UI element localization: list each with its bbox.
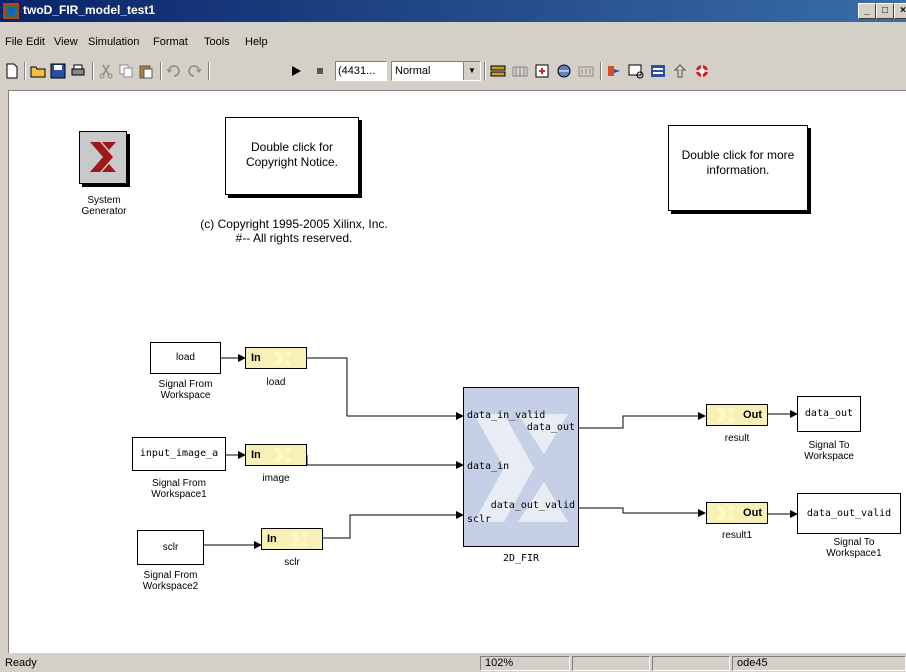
status-solver: ode45	[732, 656, 906, 671]
stop-time-input[interactable]: (4431...	[335, 61, 387, 81]
toolbar-separator	[208, 62, 210, 80]
new-model-icon[interactable]	[4, 63, 20, 79]
debug-icon[interactable]	[578, 63, 594, 79]
status-empty-2	[652, 656, 730, 671]
xilinx-watermark-icon	[274, 351, 292, 365]
image-gateway-in-block[interactable]: In	[245, 444, 307, 466]
build-icon[interactable]	[490, 63, 506, 79]
gateway-in-text: In	[251, 449, 261, 461]
redo-icon[interactable]	[186, 63, 202, 79]
load-gateway-in-block[interactable]: In	[245, 347, 307, 369]
menu-tools[interactable]: Tools	[204, 36, 230, 48]
result1-gateway-label: result1	[721, 530, 752, 541]
xilinx-watermark-icon	[290, 532, 308, 546]
minimize-button[interactable]: _	[858, 3, 876, 19]
data-out-sink-block[interactable]: data_out	[797, 396, 861, 432]
library-browser-icon[interactable]	[534, 63, 550, 79]
menu-bar: File Edit View Simulation Format Tools H…	[0, 34, 906, 52]
simulation-mode-select[interactable]: Normal ▼	[391, 61, 481, 81]
window-title: twoD_FIR_model_test1	[23, 3, 156, 17]
simulink-app-icon	[3, 3, 19, 19]
stop-simulation-icon[interactable]	[312, 63, 328, 79]
image-source-block[interactable]: input_image_a	[132, 437, 226, 471]
go-to-parent-icon[interactable]	[672, 63, 688, 79]
image-gateway-label: image	[262, 473, 290, 484]
toolbar-separator	[600, 62, 602, 80]
update-diagram-icon[interactable]	[512, 63, 528, 79]
help-lifebuoy-icon[interactable]	[694, 63, 710, 79]
close-button[interactable]: ×	[894, 3, 906, 19]
menu-simulation[interactable]: Simulation	[88, 36, 139, 48]
cut-icon[interactable]	[98, 63, 114, 79]
status-zoom: 102%	[480, 656, 570, 671]
toolbar-separator	[160, 62, 162, 80]
model-explorer-icon[interactable]	[556, 63, 572, 79]
menu-file[interactable]: File	[5, 36, 23, 48]
port-data-in: data_in	[467, 461, 510, 472]
status-ready: Ready	[5, 657, 37, 669]
toolbar-separator	[92, 62, 94, 80]
port-sclr: sclr	[467, 514, 492, 525]
start-simulation-icon[interactable]	[288, 63, 304, 79]
simulink-window: twoD_FIR_model_test1 _ □ × File Edit Vie…	[0, 0, 906, 672]
paste-icon[interactable]	[138, 63, 154, 79]
menu-format[interactable]: Format	[153, 36, 188, 48]
gateway-in-text: In	[251, 352, 261, 364]
menu-edit[interactable]: Edit	[26, 36, 45, 48]
port-data-out: data_out	[526, 422, 575, 433]
sclr-source-label: Signal From Workspace2	[142, 570, 199, 592]
result1-gateway-out-block[interactable]: Out	[706, 502, 768, 524]
gateway-in-text: In	[267, 533, 277, 545]
result-gateway-out-block[interactable]: Out	[706, 404, 768, 426]
result-gateway-label: result	[724, 433, 750, 444]
maximize-button[interactable]: □	[876, 3, 894, 19]
port-data-out-valid: data_out_valid	[490, 500, 575, 511]
xilinx-watermark-icon	[717, 506, 735, 520]
menu-view[interactable]: View	[54, 36, 78, 48]
gateway-out-text: Out	[743, 409, 762, 421]
title-bar[interactable]: twoD_FIR_model_test1 _ □ ×	[0, 0, 906, 22]
scope-icon[interactable]	[628, 63, 644, 79]
chevron-down-icon[interactable]: ▼	[463, 62, 480, 80]
data-out-sink-label: Signal To Workspace	[804, 440, 854, 462]
toolbar-separator	[484, 62, 486, 80]
undo-icon[interactable]	[166, 63, 182, 79]
open-folder-icon[interactable]	[30, 63, 46, 79]
fir-2d-label: 2D_FIR	[502, 553, 540, 564]
image-source-label: Signal From Workspace1	[151, 478, 207, 500]
sclr-gateway-label: sclr	[284, 557, 300, 568]
signal-wires	[204, 354, 798, 549]
data-out-valid-sink-block[interactable]: data_out_valid	[797, 493, 901, 534]
status-empty-1	[572, 656, 650, 671]
toolbar: (4431... Normal ▼	[0, 58, 906, 84]
load-source-block[interactable]: load	[150, 342, 221, 374]
copy-icon[interactable]	[118, 63, 134, 79]
save-icon[interactable]	[50, 63, 66, 79]
load-source-label: Signal From Workspace	[158, 379, 213, 401]
toolbar-separator	[24, 62, 26, 80]
fir-2d-subsystem-block[interactable]: data_in_valid data_out data_in data_out_…	[463, 387, 579, 547]
properties-icon[interactable]	[650, 63, 666, 79]
model-canvas[interactable]: System Generator Double click for Copyri…	[8, 90, 906, 653]
menu-help[interactable]: Help	[245, 36, 268, 48]
sclr-gateway-in-block[interactable]: In	[261, 528, 323, 550]
xilinx-watermark-icon	[274, 448, 292, 462]
load-gateway-label: load	[266, 377, 286, 388]
data-out-valid-sink-label: Signal To Workspace1	[826, 537, 882, 559]
simulation-mode-value: Normal	[395, 65, 431, 77]
hardware-icon[interactable]	[606, 63, 622, 79]
port-data-in-valid: data_in_valid	[467, 410, 546, 421]
print-icon[interactable]	[70, 63, 86, 79]
gateway-out-text: Out	[743, 507, 762, 519]
status-bar: Ready 102% ode45	[0, 654, 906, 672]
sclr-source-block[interactable]: sclr	[137, 530, 204, 565]
xilinx-watermark-icon	[717, 408, 735, 422]
